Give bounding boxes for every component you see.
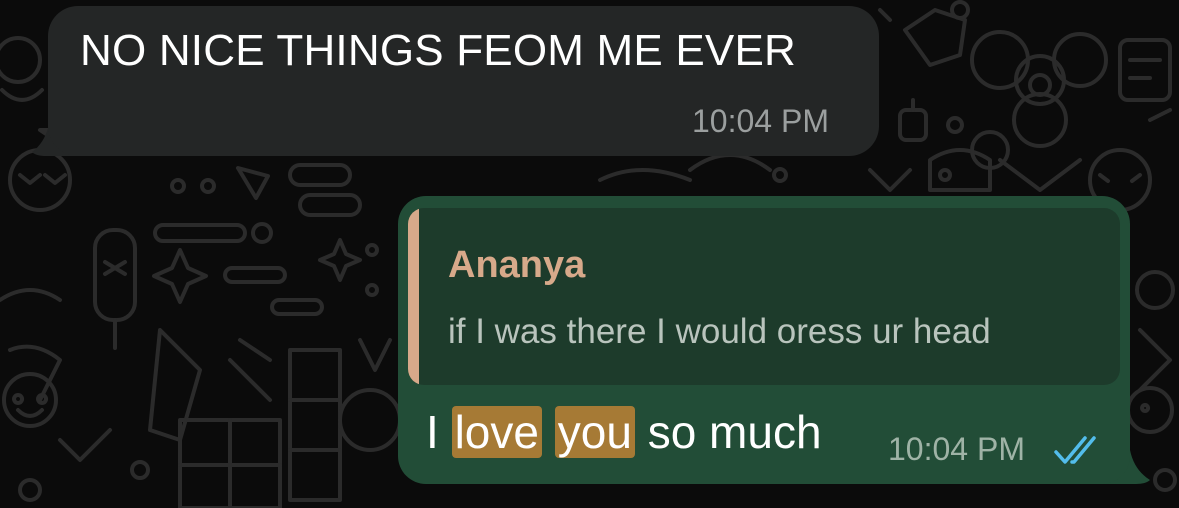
outgoing-message-text: I love you so much [426,405,822,459]
reply-quote[interactable]: Ananya if I was there I would oress ur h… [408,208,1120,385]
highlighted-word: you [554,406,635,458]
reply-quote-accent-bar [408,208,419,385]
highlighted-word: love [451,406,542,458]
reply-quote-author: Ananya [448,244,586,286]
incoming-message-time: 10:04 PM [692,103,829,139]
chat-window: NO NICE THINGS FEOM ME EVER 10:04 PM Ana… [0,0,1179,508]
outgoing-message-time: 10:04 PM [888,431,1025,467]
message-words: so much [647,406,822,458]
incoming-message-text: NO NICE THINGS FEOM ME EVER [80,26,796,75]
reply-quote-text: if I was there I would oress ur head [448,312,991,351]
double-check-read-icon [1054,436,1096,464]
message-word: I [426,406,439,458]
